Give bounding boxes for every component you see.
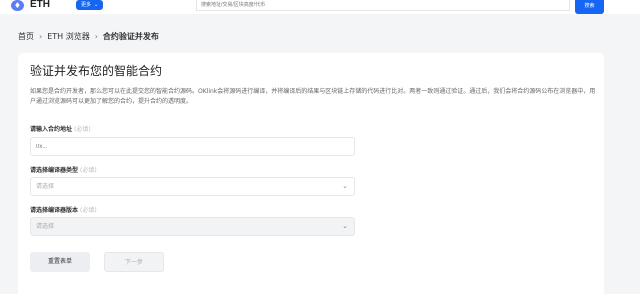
address-label: 请输入合约地址 (必填) [30, 125, 91, 135]
breadcrumb-current: 合约验证并发布 [102, 32, 159, 41]
ethereum-icon[interactable]: ♦ [11, 0, 24, 11]
compiler-type-label: 请选择编译器类型 (必填) [30, 166, 97, 176]
compiler-version-label-text: 请选择编译器版本 [30, 207, 79, 214]
page-description: 如果您是合约开发者，那么您可以在此提交您的智能合约源码。OKlink会将源码进行… [30, 88, 596, 105]
page-title: 验证并发布您的智能合约 [30, 64, 163, 78]
more-label: 更多 [81, 2, 92, 8]
chevron-down-icon: ⌄ [342, 182, 348, 190]
chain-title: ETH [30, 0, 50, 10]
compiler-version-select[interactable]: 请选择 ⌄ [30, 217, 355, 236]
compiler-version-required-hint: (必填) [80, 207, 97, 214]
chevron-down-icon: ⌄ [342, 222, 348, 230]
compiler-version-value: 请选择 [36, 223, 55, 230]
verify-contract-card: 验证并发布您的智能合约 如果您是合约开发者，那么您可以在此提交您的智能合约源码。… [18, 53, 604, 294]
next-step-button[interactable]: 下一步 [104, 252, 164, 272]
search-input[interactable] [196, 0, 570, 11]
address-required-hint: (必填) [74, 126, 91, 133]
compiler-type-select[interactable]: 请选择 ⌄ [30, 177, 355, 196]
chevron-right-icon: › [39, 32, 43, 41]
breadcrumb-home[interactable]: 首页 [18, 31, 34, 43]
contract-address-input[interactable] [30, 137, 355, 156]
chevron-right-icon: › [94, 32, 98, 41]
address-label-text: 请输入合约地址 [30, 126, 73, 133]
more-button[interactable]: 更多 ⌄ [76, 0, 104, 10]
search-button[interactable]: 搜索 [575, 0, 604, 14]
compiler-version-label: 请选择编译器版本 (必填) [30, 206, 97, 216]
compiler-type-required-hint: (必填) [80, 167, 97, 174]
chevron-down-icon: ⌄ [94, 2, 99, 8]
compiler-type-value: 请选择 [36, 183, 55, 190]
breadcrumb: 首页 › ETH 浏览器 › 合约验证并发布 [18, 31, 159, 43]
top-header: ♦ ETH 更多 ⌄ 搜索 [0, 0, 640, 14]
breadcrumb-explorer[interactable]: ETH 浏览器 [47, 31, 90, 43]
reset-form-button[interactable]: 重置表单 [30, 252, 90, 272]
compiler-type-label-text: 请选择编译器类型 [30, 167, 79, 174]
